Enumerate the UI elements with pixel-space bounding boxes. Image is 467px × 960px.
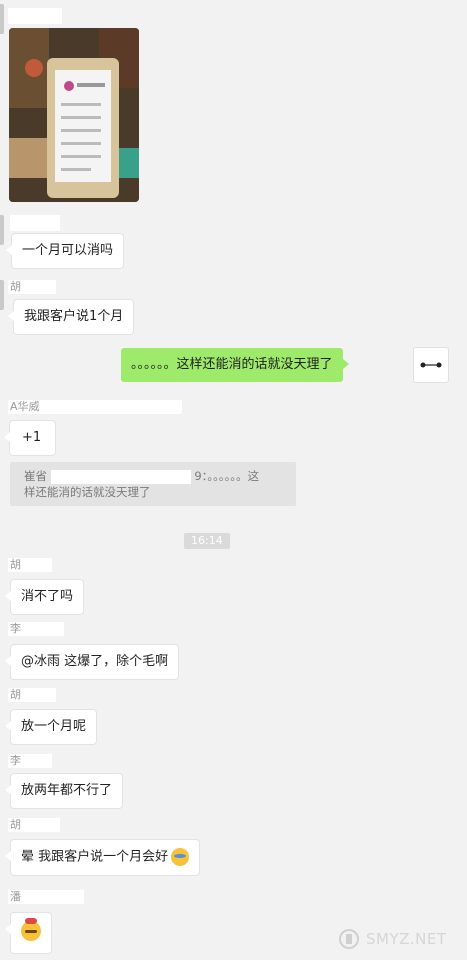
avatar-icon[interactable] [0, 4, 4, 34]
sender-name-mask [10, 215, 60, 231]
sender-name: 李 [8, 622, 64, 636]
sender-name: 胡 [8, 280, 56, 294]
watermark: SMYZ.NET [338, 928, 447, 950]
watermark-text: SMYZ.NET [366, 930, 447, 948]
avatar-icon [420, 362, 442, 368]
chat-message[interactable]: 放一个月呢 [4, 710, 97, 744]
chat-message[interactable]: 晕 我跟客户说一个月会好 [4, 840, 200, 875]
sender-name-mask [8, 8, 62, 24]
self-chat-message[interactable]: 。。。。。。这样还能消的话就没天理了 [121, 348, 349, 382]
laugh-cry-emoji [171, 848, 190, 866]
chat-message-text: 晕 我跟客户说一个月会好 [21, 849, 169, 865]
quote-name-mask [50, 469, 191, 484]
sender-name: A华威 [8, 400, 182, 414]
chat-message[interactable]: 消不了吗 [4, 580, 84, 614]
emoji-message[interactable] [5, 913, 51, 953]
sender-name: 胡 [8, 558, 52, 572]
chat-message[interactable]: +1 [3, 421, 56, 455]
chat-message[interactable]: 一个月可以消吗 [5, 234, 124, 268]
quoted-message[interactable]: 崔省 9：。。。。。。这 样还能消的话就没天理了 [10, 462, 296, 506]
quote-line-1: 崔省 9：。。。。。。这 [24, 469, 260, 484]
avatar-icon[interactable] [0, 280, 4, 310]
quote-line-2: 样还能消的话就没天理了 [24, 485, 151, 499]
chat-message[interactable]: 我跟客户说1个月 [7, 300, 134, 334]
sender-name: 胡 [8, 688, 56, 702]
sender-name: 胡 [8, 818, 60, 832]
watermark-logo-icon [339, 929, 359, 949]
chat-message[interactable]: 放两年都不行了 [4, 774, 123, 808]
time-separator: 16:14 [184, 533, 230, 549]
self-avatar[interactable] [414, 348, 448, 382]
sender-name: 潘 [8, 890, 84, 904]
phone-photo-image [9, 28, 139, 202]
avatar-icon[interactable] [0, 215, 4, 245]
sweat-emoji [21, 918, 41, 941]
chat-message[interactable]: @冰雨 这爆了，除个毛啊 [4, 645, 179, 679]
shared-photo[interactable] [9, 28, 139, 202]
sender-name: 李 [8, 754, 52, 768]
